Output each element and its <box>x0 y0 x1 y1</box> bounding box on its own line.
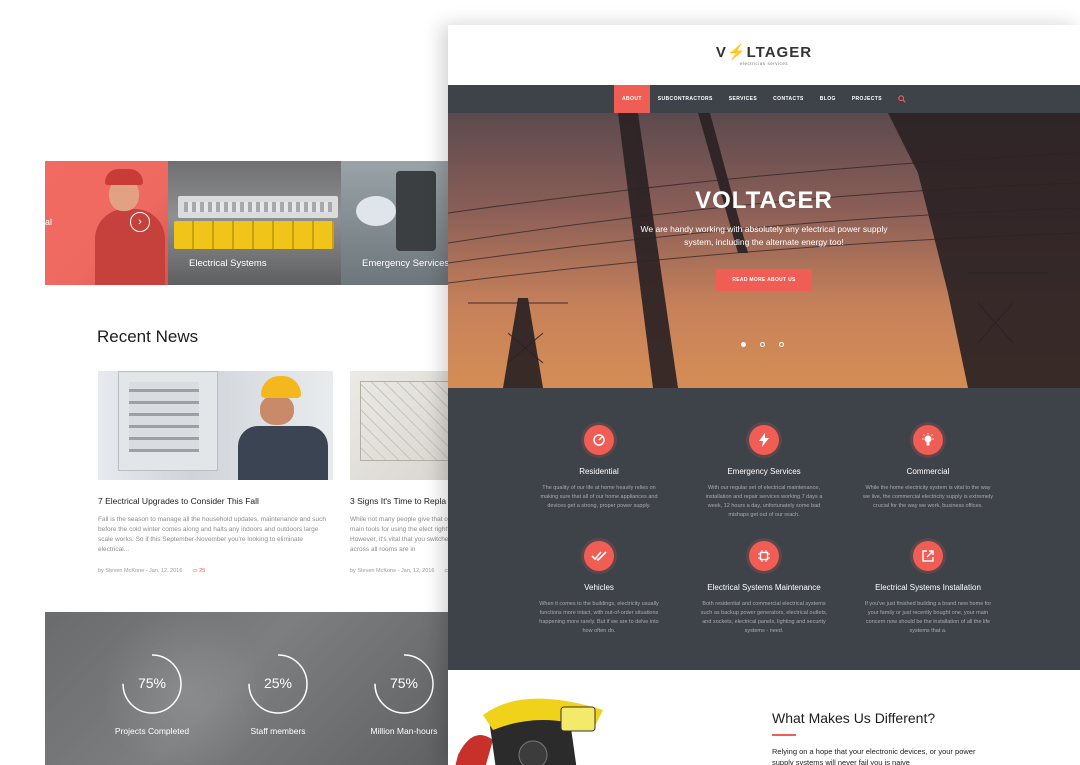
search-icon[interactable] <box>890 85 914 113</box>
news-card[interactable]: 3 Signs It's Time to Repla While not man… <box>350 371 460 574</box>
news-image[interactable] <box>350 371 460 480</box>
service-description: While the home electricity system is vit… <box>863 485 993 509</box>
service-commercial[interactable]: Commercial While the home electricity sy… <box>863 425 993 511</box>
hero-tagline: We are handy working with absolutely any… <box>640 224 888 247</box>
news-title[interactable]: 7 Electrical Upgrades to Consider This F… <box>98 496 333 506</box>
service-name: Electrical Systems Installation <box>875 583 981 592</box>
recent-news-heading: Recent News <box>97 327 199 346</box>
service-name: Vehicles <box>584 583 614 592</box>
comment-count-value: 25 <box>199 568 206 574</box>
lightbulb-icon <box>913 425 943 455</box>
service-name: Commercial <box>906 467 950 476</box>
hero-slider: VOLTAGER We are handy working with absol… <box>448 113 1080 388</box>
front-page-preview: V⚡LTAGER electrician services ABOUT SUBC… <box>448 25 1080 765</box>
services-section: Residential The quality of our life at h… <box>448 388 1080 670</box>
service-installation[interactable]: Electrical Systems Installation If you'v… <box>863 541 993 636</box>
difference-text: Relying on a hope that your electronic d… <box>772 747 976 765</box>
stat-label: Million Man-hours <box>370 726 438 736</box>
site-logo[interactable]: V⚡LTAGER electrician services <box>448 43 1080 66</box>
stat-projects: 75% Projects Completed <box>112 652 192 736</box>
news-byline: by Steven McKone - Jan, 12, 2016 <box>350 568 435 574</box>
logo-wordmark: V⚡LTAGER <box>715 44 813 61</box>
difference-title: What Makes Us Different? <box>772 710 936 726</box>
service-maintenance[interactable]: Electrical Systems Maintenance Both resi… <box>699 541 829 636</box>
gallery-tile-residential[interactable]: ial › <box>45 161 168 285</box>
nav-item-projects[interactable]: PROJECTS <box>844 85 890 113</box>
title-underline <box>772 734 796 736</box>
slider-dot[interactable] <box>741 342 746 347</box>
back-page-preview: ial › Electrical Systems Emergency Servi… <box>45 0 465 765</box>
main-nav: ABOUT SUBCONTRACTORS SERVICES CONTACTS B… <box>448 85 1080 113</box>
service-gallery: ial › Electrical Systems Emergency Servi… <box>45 161 448 285</box>
stat-label: Staff members <box>250 726 306 736</box>
news-byline: by Steven McKone - Jan, 12, 2016 <box>98 568 183 574</box>
service-description: Both residential and commercial electric… <box>700 601 828 634</box>
bolt-icon: ⚡ <box>726 44 747 61</box>
service-vehicles[interactable]: Vehicles When it comes to the buildings,… <box>534 541 664 636</box>
news-excerpt: While not many people give that our main… <box>350 516 454 553</box>
news-excerpt: Fall is the season to manage all the hou… <box>98 516 327 553</box>
stat-label: Projects Completed <box>114 726 190 736</box>
gallery-tile-label: ial <box>45 217 53 227</box>
news-title[interactable]: 3 Signs It's Time to Repla <box>350 496 460 506</box>
news-card[interactable]: 7 Electrical Upgrades to Consider This F… <box>98 371 333 574</box>
stat-staff: 25% Staff members <box>238 652 318 736</box>
slider-dot[interactable] <box>760 342 765 347</box>
service-emergency[interactable]: Emergency Services With our regular set … <box>699 425 829 520</box>
gauge-icon <box>584 425 614 455</box>
chip-icon <box>749 541 779 571</box>
stat-man-hours: 75% Million Man-hours <box>364 652 444 736</box>
service-residential[interactable]: Residential The quality of our life at h… <box>534 425 664 511</box>
nav-item-about[interactable]: ABOUT <box>614 85 650 113</box>
hero-title: VOLTAGER <box>695 187 833 214</box>
service-description: If you've just finished building a brand… <box>864 601 992 634</box>
external-link-icon <box>913 541 943 571</box>
multimeter-image <box>455 698 603 765</box>
news-meta: by Steven McKone - Jan, 12, 2016 ▭ 25 <box>350 568 460 574</box>
stat-value: 75% <box>137 675 167 691</box>
service-name: Electrical Systems Maintenance <box>707 583 821 592</box>
gallery-tile-electrical-systems[interactable]: Electrical Systems <box>168 161 341 285</box>
slider-dots <box>741 342 784 347</box>
comment-count[interactable]: ▭ 25 <box>192 568 205 574</box>
gallery-tile-emergency-services[interactable]: Emergency Services <box>341 161 448 285</box>
stat-value: 25% <box>263 675 293 691</box>
read-more-button[interactable]: READ MORE ABOUT US <box>716 269 812 291</box>
nav-item-blog[interactable]: BLOG <box>812 85 844 113</box>
logo-tagline: electrician services <box>739 61 788 66</box>
arrow-right-icon[interactable]: › <box>130 212 150 232</box>
gallery-tile-label: Electrical Systems <box>189 258 267 269</box>
nav-item-contacts[interactable]: CONTACTS <box>765 85 812 113</box>
nav-item-services[interactable]: SERVICES <box>721 85 765 113</box>
news-meta: by Steven McKone - Jan, 12, 2016 ▭ 25 <box>98 568 333 574</box>
difference-section: What Makes Us Different? Relying on a ho… <box>448 670 1080 765</box>
service-description: The quality of our life at home heavily … <box>540 485 658 509</box>
nav-item-subcontractors[interactable]: SUBCONTRACTORS <box>650 85 721 113</box>
gallery-tile-label: Emergency Services <box>362 258 448 269</box>
lightning-icon <box>749 425 779 455</box>
service-name: Residential <box>579 467 619 476</box>
double-check-icon <box>584 541 614 571</box>
stat-value: 75% <box>389 675 419 691</box>
service-description: With our regular set of electrical maint… <box>705 485 823 518</box>
screenshot-stage: ial › Electrical Systems Emergency Servi… <box>0 0 1080 765</box>
service-name: Emergency Services <box>727 467 801 476</box>
news-image[interactable] <box>98 371 333 480</box>
service-description: When it comes to the buildings, electric… <box>539 601 659 634</box>
stats-section: 75% Projects Completed 25% Staff members… <box>45 612 465 765</box>
slider-dot[interactable] <box>779 342 784 347</box>
